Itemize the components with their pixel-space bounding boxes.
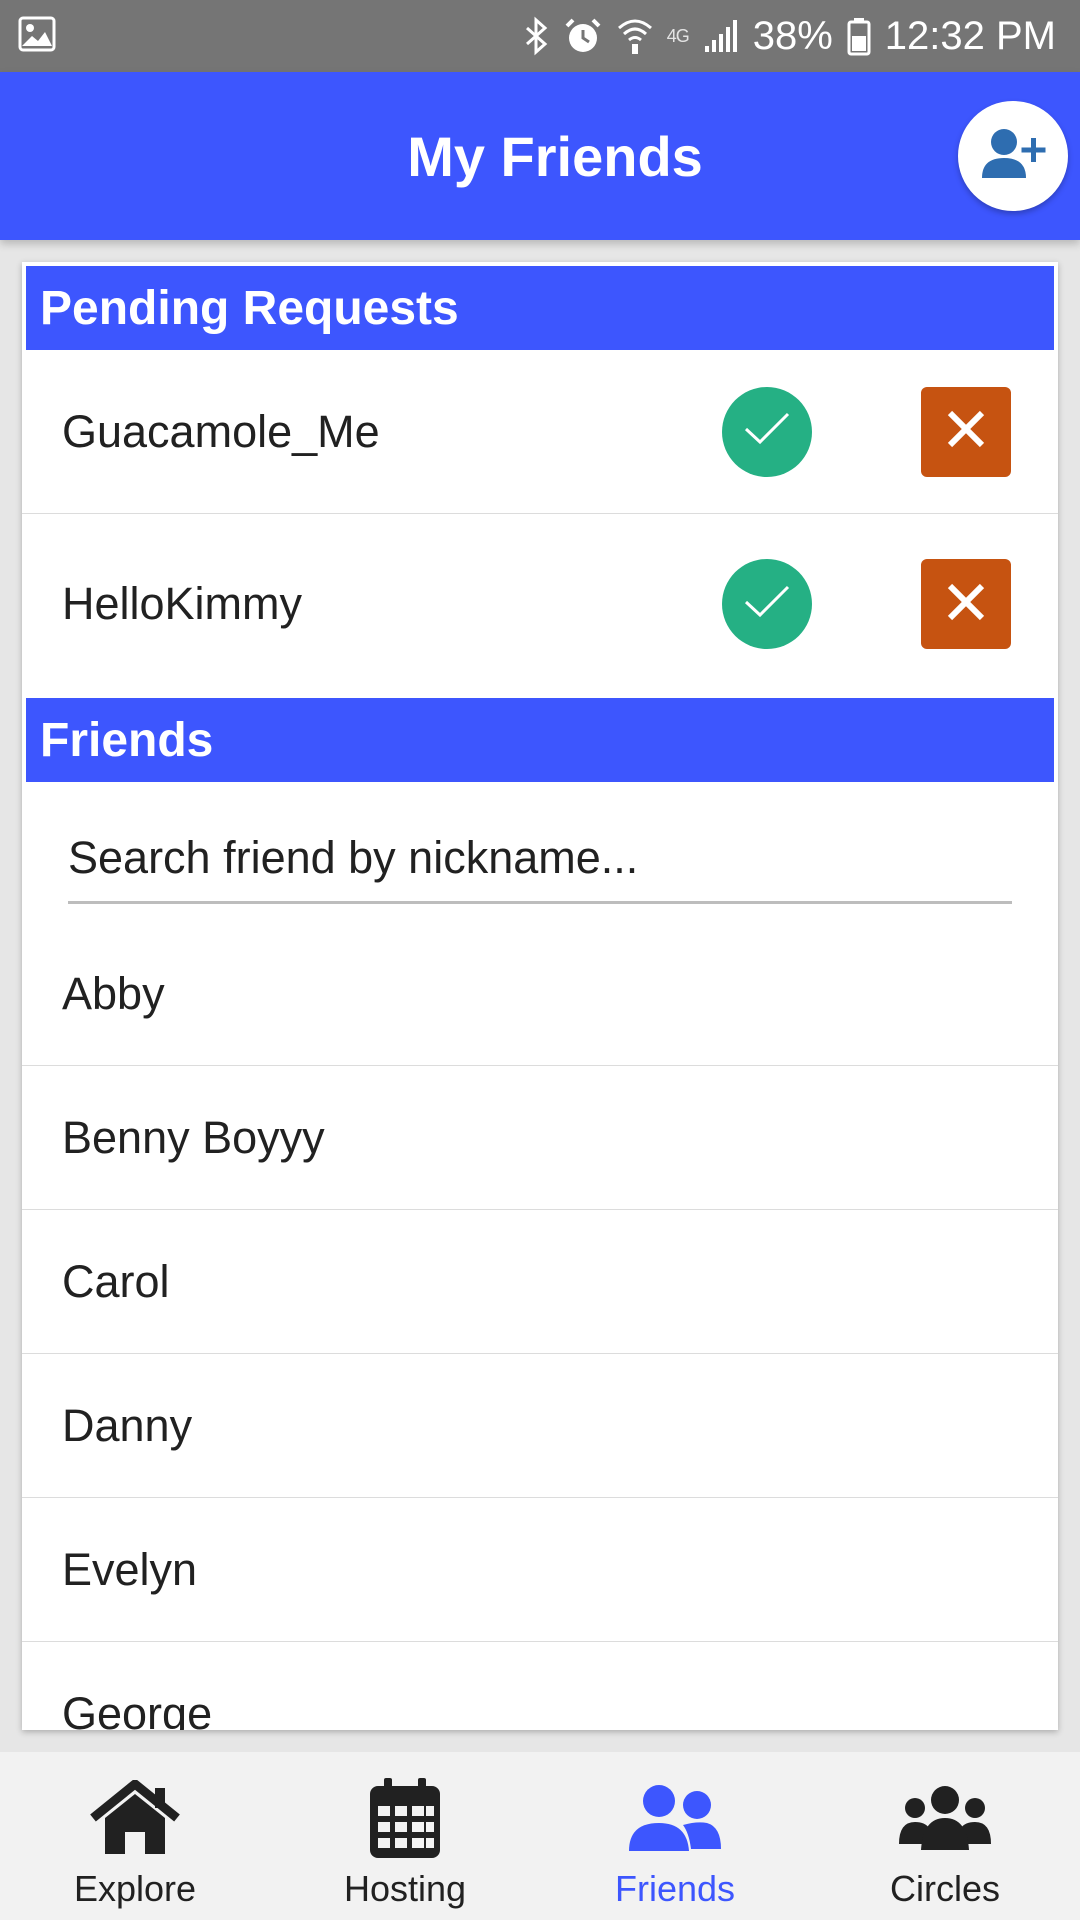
add-user-icon: [980, 126, 1046, 187]
reject-button[interactable]: [921, 386, 1011, 477]
request-row: HelloKimmy: [22, 514, 1058, 694]
friend-row[interactable]: Danny: [22, 1354, 1058, 1498]
friend-name: Carol: [62, 1255, 170, 1307]
calendar-icon: [368, 1772, 442, 1864]
accept-button[interactable]: [722, 559, 812, 649]
nav-label: Hosting: [343, 1868, 467, 1909]
alarm-icon: [563, 16, 603, 56]
check-icon: [742, 582, 792, 627]
search-container: [22, 782, 1058, 922]
request-name: HelloKimmy: [62, 578, 303, 629]
check-icon: [742, 409, 792, 454]
clock: 12:32 PM: [884, 13, 1056, 58]
add-friend-button[interactable]: [958, 101, 1068, 211]
reject-button[interactable]: [921, 559, 1011, 649]
request-row: Guacamole_Me: [22, 350, 1058, 514]
close-icon: [946, 582, 986, 627]
bottom-nav: Explore Hosting Friends Circles: [0, 1752, 1080, 1920]
friends-card: Pending Requests Guacamole_Me HelloKimmy: [22, 262, 1058, 1730]
app-bar: My Friends: [0, 72, 1080, 240]
friend-row[interactable]: Carol: [22, 1210, 1058, 1354]
pending-requests-header: Pending Requests: [26, 266, 1054, 350]
friend-row[interactable]: Benny Boyyy: [22, 1066, 1058, 1210]
friend-name: Benny Boyyy: [62, 1111, 325, 1163]
nav-label: Circles: [889, 1868, 1000, 1909]
friend-row[interactable]: Abby: [22, 922, 1058, 1066]
circles-icon: [897, 1772, 993, 1864]
bluetooth-icon: [523, 16, 549, 56]
network-type: 4G: [666, 25, 690, 46]
status-bar: 4G 38% 12:32 PM: [0, 0, 1080, 72]
page-title: My Friends: [407, 124, 703, 188]
friend-name: Evelyn: [62, 1543, 198, 1595]
signal-icon: [703, 18, 739, 54]
friend-row[interactable]: Evelyn: [22, 1498, 1058, 1642]
close-icon: [946, 409, 986, 454]
home-icon: [89, 1772, 181, 1864]
battery-percent: 38%: [752, 13, 833, 58]
nav-label: Explore: [73, 1868, 197, 1909]
nav-item-hosting[interactable]: Hosting: [270, 1752, 540, 1920]
wifi-icon: [617, 16, 653, 56]
nav-label: Friends: [614, 1868, 736, 1909]
gallery-icon: [18, 16, 56, 57]
accept-button[interactable]: [722, 386, 812, 477]
friend-name: George: [62, 1687, 213, 1731]
nav-item-friends[interactable]: Friends: [540, 1752, 810, 1920]
friend-row[interactable]: George: [22, 1642, 1058, 1731]
battery-icon: [847, 16, 871, 56]
nav-item-explore[interactable]: Explore: [0, 1752, 270, 1920]
friend-name: Danny: [62, 1399, 193, 1451]
friend-name: Abby: [62, 967, 165, 1019]
search-input[interactable]: [68, 814, 1012, 904]
request-name: Guacamole_Me: [62, 405, 380, 457]
nav-item-circles[interactable]: Circles: [810, 1752, 1080, 1920]
friends-icon: [627, 1772, 723, 1864]
friends-header: Friends: [26, 698, 1054, 782]
